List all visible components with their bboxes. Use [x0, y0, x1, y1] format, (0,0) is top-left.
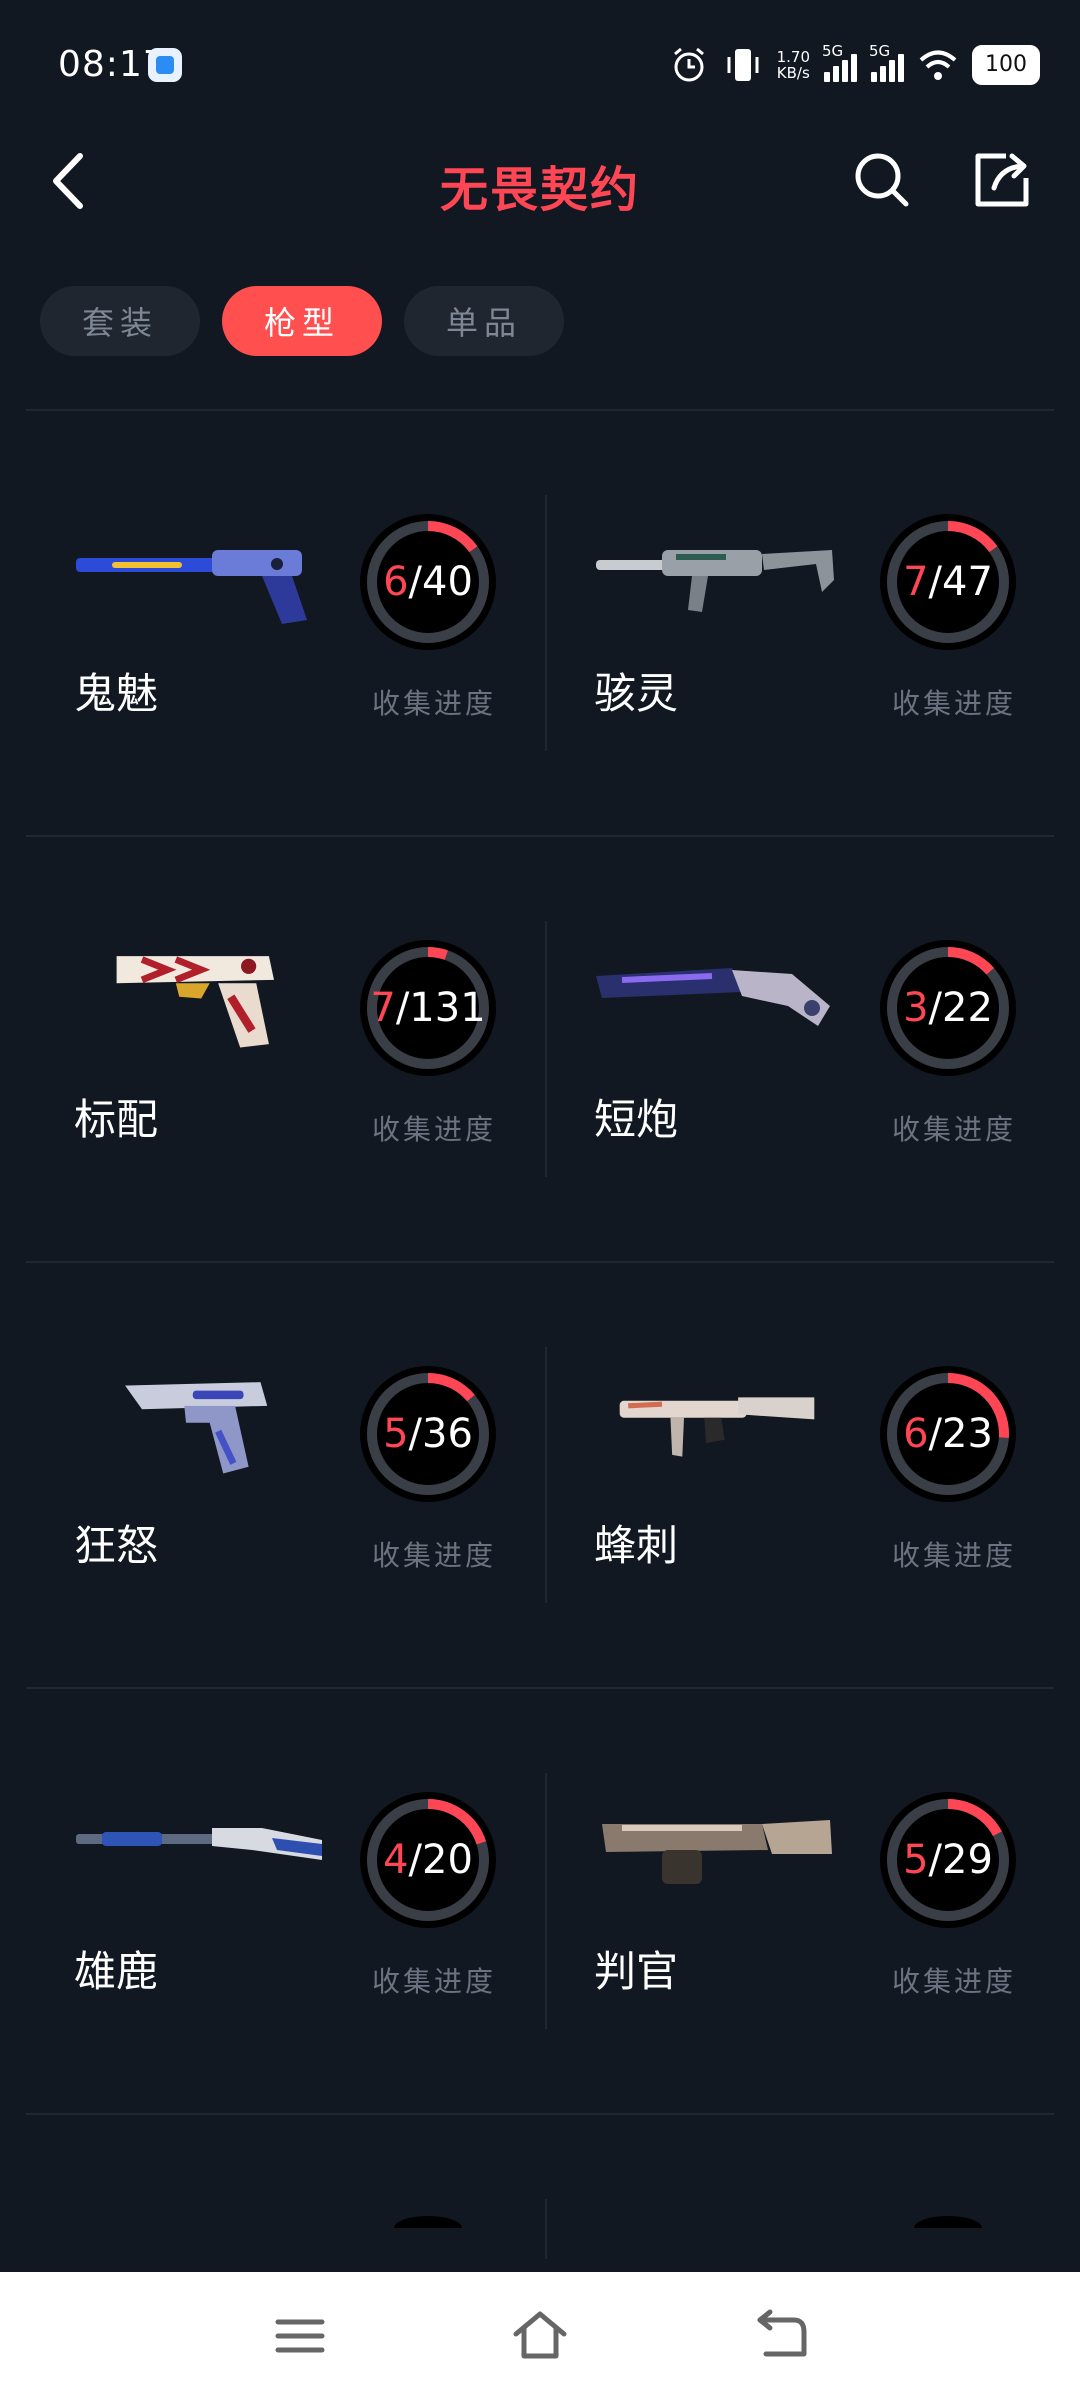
back-nav-icon[interactable] — [750, 2306, 810, 2366]
divider — [26, 2113, 1054, 2115]
classic-pistol-icon — [116, 956, 274, 1048]
weapon-card-spectre[interactable]: 骇灵 7/47 收集进度 — [546, 490, 1066, 770]
progress-label: 收集进度 — [892, 1113, 1017, 1146]
home-icon[interactable] — [510, 2306, 570, 2366]
progress-label: 收集进度 — [892, 1539, 1017, 1572]
collection-count: 6/23 — [903, 1411, 993, 1457]
tab-items[interactable]: 单品 — [404, 286, 564, 356]
tab-suits[interactable]: 套装 — [40, 286, 200, 356]
collection-count: 4/20 — [383, 1837, 473, 1883]
status-icons: 1.70 KB/s 5G 5G 100 — [669, 40, 1040, 90]
wifi-icon — [919, 50, 957, 80]
collection-count: 5/29 — [903, 1837, 993, 1883]
app-header: 无畏契约 — [0, 130, 1080, 230]
progress-label: 收集进度 — [372, 1539, 497, 1572]
menu-icon[interactable] — [270, 2306, 330, 2366]
signal-sim1-icon: 5G — [822, 42, 857, 82]
stinger-smg-icon — [619, 1397, 815, 1457]
progress-label: 收集进度 — [372, 687, 497, 720]
weapon-card-frenzy[interactable]: 狂怒 5/36 收集进度 — [26, 1342, 546, 1622]
progress-label: 收集进度 — [372, 1965, 497, 1998]
battery-indicator: 100 — [972, 45, 1040, 85]
weapon-card-stinger[interactable]: 蜂刺 6/23 收集进度 — [546, 1342, 1066, 1622]
collection-count: 7/131 — [370, 985, 486, 1031]
judge-shotgun-icon — [602, 1820, 832, 1884]
weapon-name: 鬼魅 — [74, 669, 159, 718]
column-divider — [545, 2199, 547, 2259]
progress-ring-partial — [914, 2216, 982, 2228]
weapon-card-classic[interactable]: 标配 7/131 收集进度 — [26, 916, 546, 1196]
weapon-name: 骇灵 — [594, 669, 679, 718]
weapon-card-ghost[interactable]: 鬼魅 6/40 收集进度 — [26, 490, 546, 770]
collection-count: 6/40 — [383, 559, 473, 605]
alarm-icon — [673, 47, 704, 82]
frenzy-pistol-icon — [125, 1382, 268, 1474]
spectre-smg-icon — [596, 550, 834, 612]
system-nav-bar — [0, 2272, 1080, 2400]
weapon-card-shorty[interactable]: 短炮 3/22 收集进度 — [546, 916, 1066, 1196]
divider — [26, 1261, 1054, 1263]
progress-label: 收集进度 — [372, 1113, 497, 1146]
weapon-name: 狂怒 — [74, 1521, 159, 1570]
weapon-name: 蜂刺 — [594, 1521, 679, 1570]
notification-app-icon — [148, 48, 182, 82]
collection-count: 7/47 — [903, 559, 993, 605]
divider — [26, 409, 1054, 411]
tab-weapon-types[interactable]: 枪型 — [222, 286, 382, 356]
vibrate-icon — [727, 49, 759, 81]
status-bar: 08:17 1.70 KB/s 5G 5G 100 — [0, 0, 1080, 130]
search-icon[interactable] — [850, 148, 914, 212]
collection-count: 5/36 — [383, 1411, 473, 1457]
weapon-name: 雄鹿 — [74, 1947, 159, 1996]
shorty-shotgun-icon — [596, 968, 830, 1026]
page-title: 无畏契约 — [439, 162, 640, 218]
progress-label: 收集进度 — [892, 687, 1017, 720]
divider — [26, 835, 1054, 837]
bucky-shotgun-icon — [76, 1828, 322, 1860]
weapon-card-judge[interactable]: 判官 5/29 收集进度 — [546, 1768, 1066, 2048]
collection-count: 3/22 — [903, 985, 993, 1031]
progress-label: 收集进度 — [892, 1965, 1017, 1998]
weapon-name: 短炮 — [594, 1095, 679, 1144]
network-speed: 1.70 KB/s — [776, 48, 810, 82]
weapon-name: 判官 — [594, 1947, 679, 1996]
share-icon[interactable] — [970, 148, 1034, 212]
divider — [26, 1687, 1054, 1689]
weapon-name: 标配 — [74, 1095, 159, 1144]
ghost-pistol-icon — [76, 550, 307, 624]
category-tabs: 套装 枪型 单品 — [40, 286, 564, 356]
progress-ring-partial — [394, 2216, 462, 2228]
weapon-card-bucky[interactable]: 雄鹿 4/20 收集进度 — [26, 1768, 546, 2048]
signal-sim2-icon: 5G — [869, 42, 904, 82]
